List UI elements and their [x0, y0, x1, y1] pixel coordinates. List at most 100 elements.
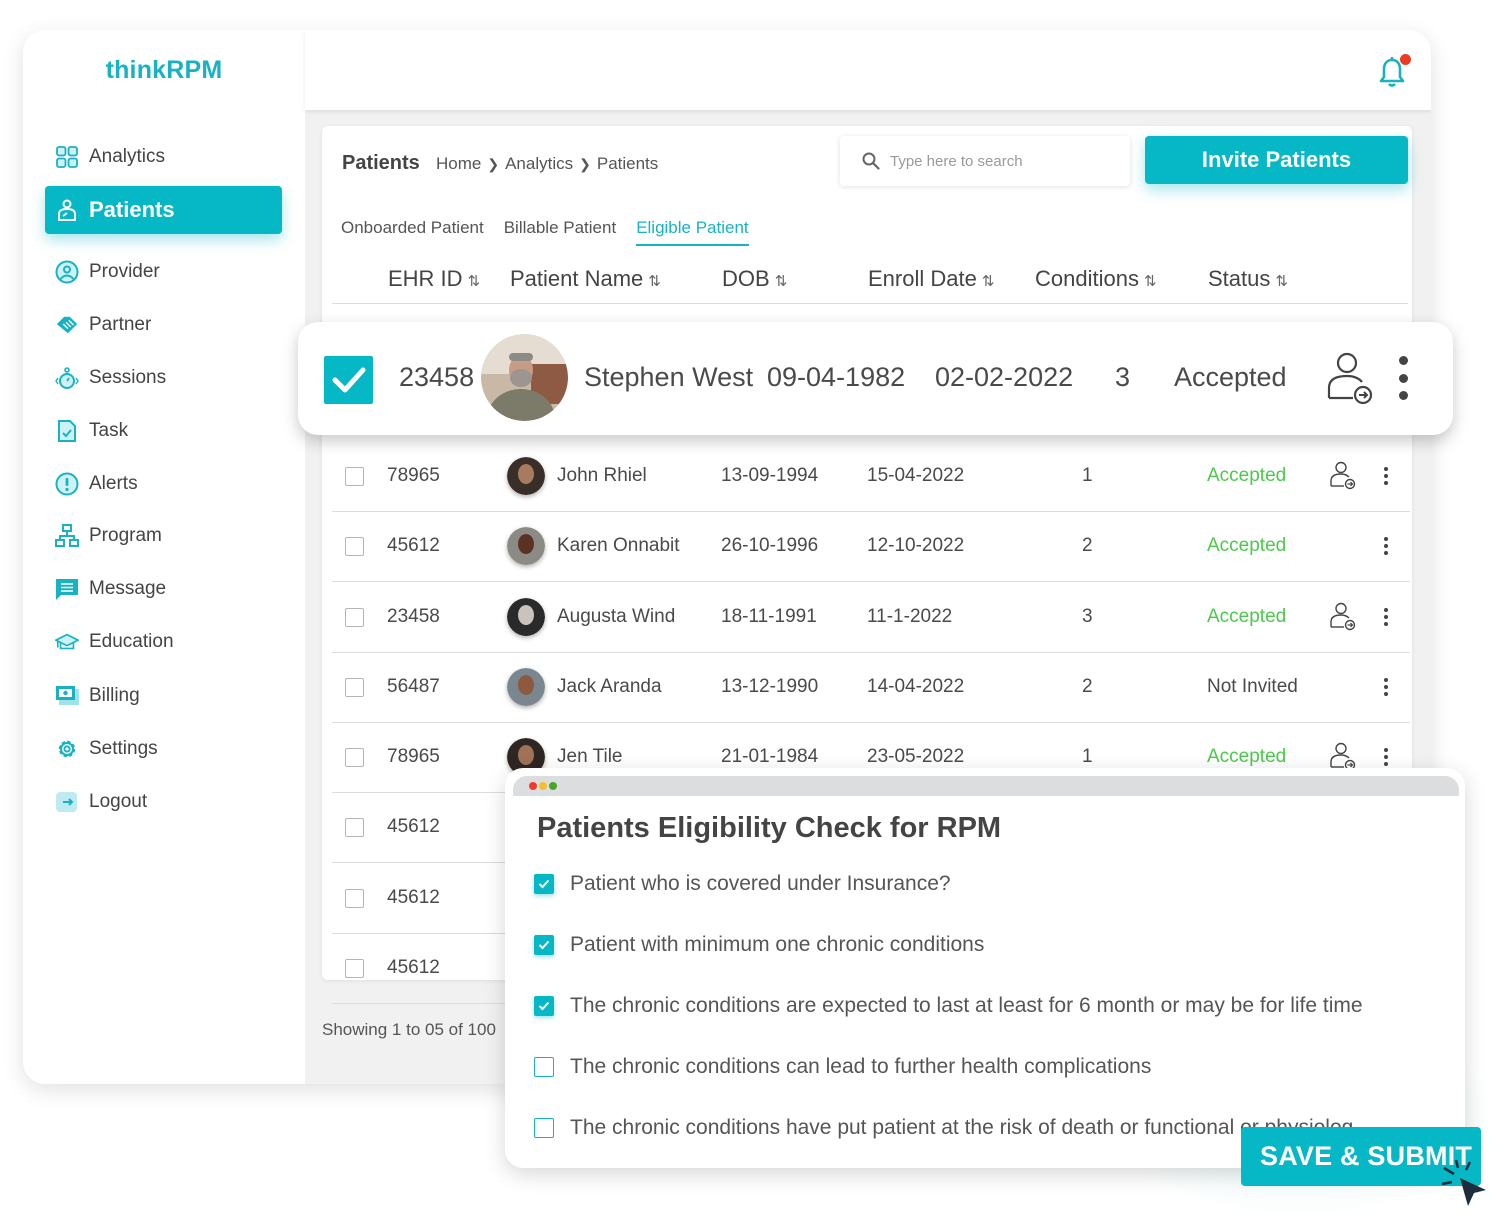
table-row[interactable]: 23458 Augusta Wind 18-11-1991 11-1-2022 3 Acc… — [332, 583, 1410, 653]
sidebar-item-logout[interactable]: Logout — [45, 778, 282, 826]
sidebar-item-sessions[interactable]: Sessions — [45, 354, 282, 402]
page-title: Patients — [342, 152, 420, 174]
checkbox-unchecked[interactable] — [534, 1118, 554, 1138]
criterion-label: Patient who is covered under Insurance? — [570, 872, 951, 895]
column-patient-name[interactable]: Patient Name ⇅ — [510, 266, 661, 292]
eligibility-criterion[interactable]: The chronic conditions can lead to furth… — [534, 1055, 1151, 1079]
sidebar-item-program[interactable]: Program — [45, 512, 282, 560]
patient-name: John Rhiel — [557, 465, 647, 486]
conditions: 2 — [1082, 676, 1093, 697]
table-row[interactable]: 78965 John Rhiel 13-09-1994 15-04-2022 1 Acce… — [332, 442, 1410, 512]
row-checkbox[interactable] — [345, 467, 364, 486]
row-checkbox[interactable] — [345, 818, 364, 837]
sidebar-item-label: Settings — [89, 738, 158, 759]
sidebar-item-analytics[interactable]: Analytics — [45, 133, 282, 181]
modal-title: Patients Eligibility Check for RPM — [537, 812, 1002, 844]
column-enroll-date[interactable]: Enroll Date ⇅ — [868, 266, 994, 292]
row-checkbox[interactable] — [345, 889, 364, 908]
criterion-label: The chronic conditions can lead to furth… — [570, 1055, 1152, 1078]
eligibility-criterion[interactable]: Patient who is covered under Insurance? — [534, 872, 951, 896]
invite-user-icon[interactable] — [1329, 602, 1357, 632]
sidebar-item-label: Alerts — [89, 473, 138, 494]
enroll-date: 14-04-2022 — [867, 676, 965, 697]
more-options-icon[interactable] — [1381, 464, 1391, 488]
sort-icon[interactable]: ⇅ — [468, 273, 481, 290]
sidebar-item-alerts[interactable]: Alerts — [45, 460, 282, 508]
sidebar-item-partner[interactable]: Partner — [45, 301, 282, 349]
checkbox-unchecked[interactable] — [534, 1057, 554, 1077]
checkbox-checked[interactable] — [534, 874, 554, 894]
window-minimize-dot[interactable] — [539, 782, 547, 790]
dob: 09-04-1982 — [767, 362, 906, 392]
checkmark-icon — [538, 940, 550, 950]
sort-icon[interactable]: ⇅ — [1275, 273, 1288, 290]
sidebar-item-label: Provider — [89, 261, 160, 282]
search-input[interactable] — [890, 152, 1110, 170]
more-options-icon[interactable] — [1381, 605, 1391, 629]
window-maximize-dot[interactable] — [549, 782, 557, 790]
column-dob[interactable]: DOB ⇅ — [722, 266, 787, 292]
notification-badge — [1400, 54, 1411, 65]
sort-icon[interactable]: ⇅ — [775, 273, 788, 290]
eligibility-criterion[interactable]: Patient with minimum one chronic conditi… — [534, 933, 984, 957]
more-options-icon[interactable] — [1381, 534, 1391, 558]
sort-icon[interactable]: ⇅ — [648, 273, 661, 290]
sidebar-item-message[interactable]: Message — [45, 565, 282, 613]
column-label: Conditions — [1035, 266, 1139, 291]
column-ehr-id[interactable]: EHR ID ⇅ — [388, 266, 480, 292]
checkmark-icon — [538, 1001, 550, 1011]
avatar — [507, 598, 545, 636]
task-icon — [55, 419, 79, 443]
more-options-icon[interactable] — [1381, 675, 1391, 699]
column-status[interactable]: Status ⇅ — [1208, 266, 1288, 292]
more-options-icon[interactable] — [1381, 745, 1391, 769]
eligibility-criterion[interactable]: The chronic conditions are expected to l… — [534, 994, 1363, 1018]
checkmark-icon — [332, 367, 365, 393]
sidebar-item-billing[interactable]: Billing — [45, 672, 282, 720]
invite-patients-button[interactable]: Invite Patients — [1145, 136, 1408, 184]
criterion-label: Patient with minimum one chronic conditi… — [570, 933, 985, 956]
checkbox-checked[interactable] — [534, 996, 554, 1016]
criterion-label: The chronic conditions have put patient … — [570, 1116, 1354, 1139]
eligibility-criterion[interactable]: The chronic conditions have put patient … — [534, 1116, 1353, 1140]
selected-patient-row[interactable]: 23458 Stephen West 09-04-1982 02-02-2022… — [298, 322, 1453, 435]
checkbox-checked[interactable] — [534, 935, 554, 955]
sidebar-item-task[interactable]: Task — [45, 407, 282, 455]
tab-eligible-patient[interactable]: Eligible Patient — [636, 218, 749, 246]
breadcrumb-patients[interactable]: Patients — [597, 154, 658, 174]
table-row[interactable]: 56487 Jack Aranda 13-12-1990 14-04-2022 2 Not… — [332, 653, 1410, 723]
more-options-icon[interactable] — [1396, 356, 1410, 400]
patient-name: Augusta Wind — [557, 606, 676, 627]
status-badge: Accepted — [1207, 746, 1287, 767]
conditions: 3 — [1115, 362, 1131, 392]
pagination-summary: Showing 1 to 05 of 100 — [322, 1020, 496, 1039]
column-conditions[interactable]: Conditions ⇅ — [1035, 266, 1157, 292]
breadcrumb-analytics[interactable]: Analytics — [505, 154, 573, 174]
tab-billable-patient[interactable]: Billable Patient — [504, 218, 616, 246]
avatar — [507, 668, 545, 706]
row-checkbox[interactable] — [345, 608, 364, 627]
row-checkbox[interactable] — [345, 678, 364, 697]
enroll-date: 23-05-2022 — [867, 746, 965, 767]
breadcrumb-home[interactable]: Home — [436, 154, 481, 174]
sidebar-item-settings[interactable]: Settings — [45, 725, 282, 773]
avatar — [481, 334, 568, 421]
gear-icon — [55, 737, 79, 761]
hierarchy-icon — [55, 524, 79, 548]
row-checkbox-checked[interactable] — [324, 356, 373, 404]
table-row[interactable]: 45612 Karen Onnabit 26-10-1996 12-10-2022 2 A… — [332, 512, 1410, 582]
sidebar-item-patients[interactable]: Patients — [45, 186, 282, 234]
ehr-id: 45612 — [387, 816, 440, 837]
sidebar-item-provider[interactable]: Provider — [45, 248, 282, 296]
row-checkbox[interactable] — [345, 959, 364, 978]
invite-user-icon[interactable] — [1329, 461, 1357, 491]
tab-onboarded-patient[interactable]: Onboarded Patient — [341, 218, 484, 246]
invite-user-icon[interactable] — [1325, 352, 1375, 406]
breadcrumb: Home ❯ Analytics ❯ Patients — [436, 154, 658, 174]
row-checkbox[interactable] — [345, 537, 364, 556]
row-checkbox[interactable] — [345, 748, 364, 767]
window-close-dot[interactable] — [529, 782, 537, 790]
sort-icon[interactable]: ⇅ — [982, 273, 995, 290]
sort-icon[interactable]: ⇅ — [1144, 273, 1157, 290]
sidebar-item-education[interactable]: Education — [45, 618, 282, 666]
